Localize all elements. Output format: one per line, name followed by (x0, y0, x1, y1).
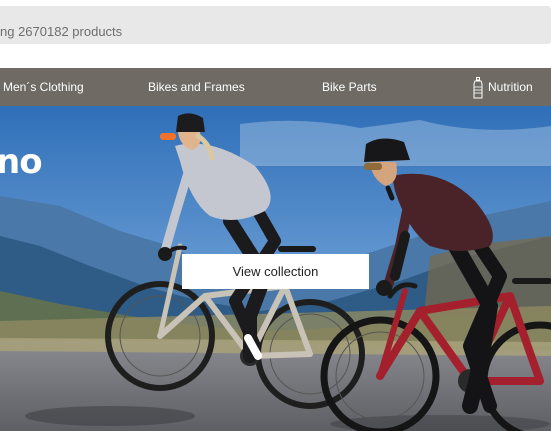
nav-item-label: Bikes and Frames (148, 80, 245, 94)
nav-item-label: Men´s Clothing (3, 80, 84, 94)
nav-item-bike-parts[interactable]: Bike Parts (322, 68, 377, 106)
main-navigation: Men´s Clothing Bikes and Frames Bike Par… (0, 68, 551, 106)
view-collection-button[interactable]: View collection (182, 254, 369, 289)
search-placeholder: ng 2670182 products (0, 24, 123, 39)
brand-logo: no (0, 142, 43, 182)
hero-banner: no View collection (0, 106, 551, 431)
nav-item-nutrition[interactable]: Nutrition (473, 68, 533, 106)
nav-item-mens-clothing[interactable]: Men´s Clothing (3, 68, 84, 106)
nav-item-label: Nutrition (488, 80, 533, 94)
nav-item-label: Bike Parts (322, 80, 377, 94)
search-bar[interactable]: ng 2670182 products (0, 6, 551, 44)
nav-item-bikes-and-frames[interactable]: Bikes and Frames (148, 68, 245, 106)
